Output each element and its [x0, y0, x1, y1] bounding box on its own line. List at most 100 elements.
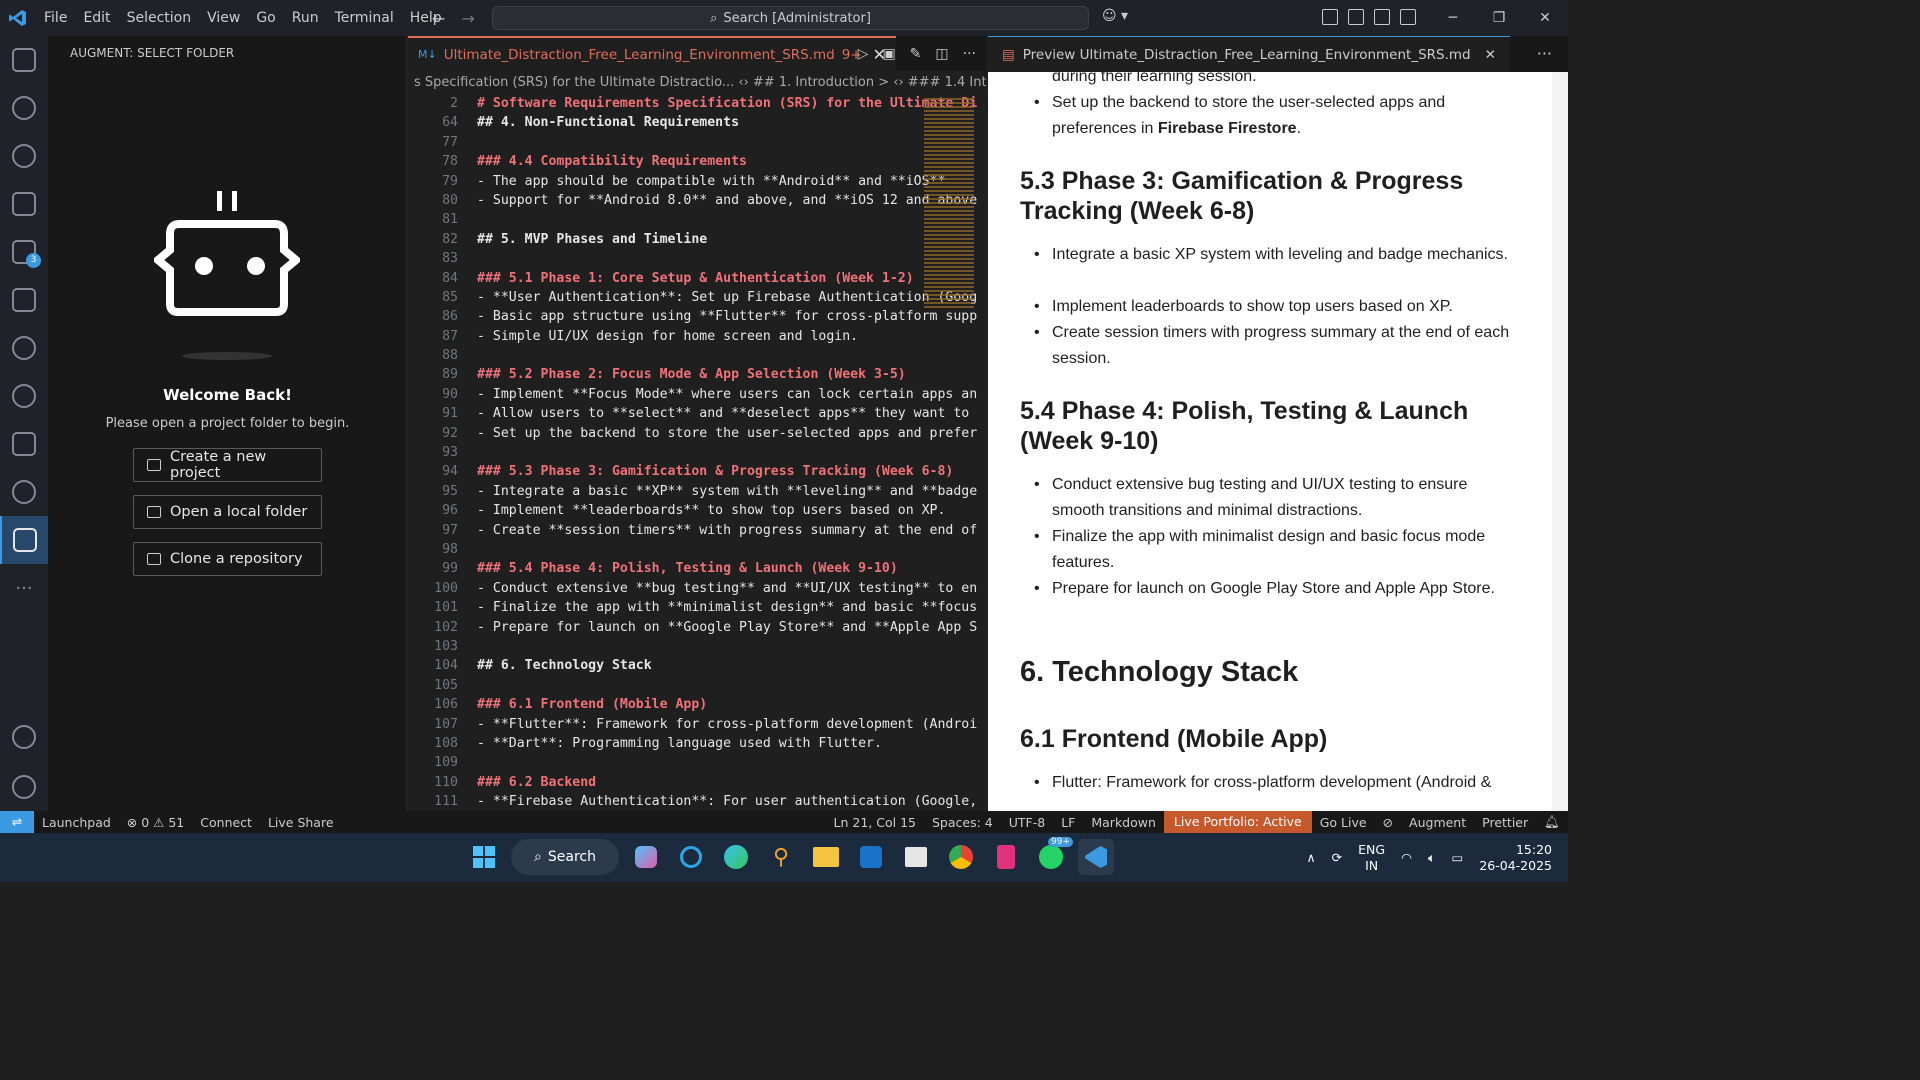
tab-preview[interactable]: ▤ Preview Ultimate_Distraction_Free_Lear…	[988, 36, 1510, 72]
chevron-up-icon[interactable]: ∧	[1307, 850, 1316, 865]
g-extension-button[interactable]	[0, 468, 48, 516]
edge-icon[interactable]	[718, 839, 754, 875]
live-share-item[interactable]: Live Share	[260, 815, 342, 830]
code-line[interactable]: 87 - Simple UI/UX design for home screen …	[408, 327, 986, 346]
source-control-button[interactable]	[0, 132, 48, 180]
vscode-taskbar-icon[interactable]	[1078, 839, 1114, 875]
menu-edit[interactable]: Edit	[75, 0, 118, 36]
docker-button[interactable]	[0, 420, 48, 468]
code-line[interactable]: 91 - Allow users to **select** and **dese…	[408, 404, 986, 423]
wifi-icon[interactable]: ◠	[1401, 850, 1412, 865]
restore-icon[interactable]: ❐	[1476, 0, 1522, 36]
augment-status-item[interactable]: Augment	[1401, 815, 1474, 830]
code-line[interactable]: 104 ## 6. Technology Stack	[408, 656, 986, 675]
live-portfolio-item[interactable]: Live Portfolio: Active	[1163, 811, 1312, 833]
code-line[interactable]: 107 - **Flutter**: Framework for cross-pl…	[408, 715, 986, 734]
search-app-icon[interactable]: ⚲	[763, 839, 799, 875]
code-line[interactable]: 78 ### 4.4 Compatibility Requirements	[408, 152, 986, 171]
code-line[interactable]: 82 ## 5. MVP Phases and Timeline	[408, 230, 986, 249]
menu-file[interactable]: File	[36, 0, 75, 36]
file-explorer-icon[interactable]	[808, 839, 844, 875]
connect-item[interactable]: Connect	[192, 815, 260, 830]
toggle-secondary-sidebar-icon[interactable]	[1400, 9, 1416, 25]
minimize-icon[interactable]: ─	[1430, 0, 1476, 36]
cursor-position[interactable]: Ln 21, Col 15	[826, 815, 924, 830]
code-line[interactable]: 108 - **Dart**: Programming language used…	[408, 734, 986, 753]
code-line[interactable]: 83	[408, 249, 986, 268]
toggle-sidebar-icon[interactable]	[1348, 9, 1364, 25]
code-line[interactable]: 95 - Integrate a basic **XP** system with…	[408, 482, 986, 501]
taskbar-search[interactable]: ⌕ Search	[511, 839, 619, 875]
launchpad-item[interactable]: Launchpad	[34, 815, 119, 830]
more-actions-icon[interactable]: ···	[1537, 44, 1552, 63]
code-line[interactable]: 99 ### 5.4 Phase 4: Polish, Testing & Lau…	[408, 559, 986, 578]
code-line[interactable]: 80 - Support for **Android 8.0** and abov…	[408, 191, 986, 210]
sync-icon[interactable]: ⟳	[1332, 850, 1342, 865]
remote-indicator-icon[interactable]: ⇌	[0, 811, 34, 833]
app-pink-icon[interactable]	[988, 839, 1024, 875]
code-line[interactable]: 100 - Conduct extensive **bug testing** a…	[408, 579, 986, 598]
extensions-button[interactable]: 3	[0, 228, 48, 276]
code-line[interactable]: 84 ### 5.1 Phase 1: Core Setup & Authenti…	[408, 269, 986, 288]
code-line[interactable]: 79 - The app should be compatible with **…	[408, 172, 986, 191]
code-line[interactable]: 85 - **User Authentication**: Set up Fire…	[408, 288, 986, 307]
chrome-icon[interactable]	[943, 839, 979, 875]
back-arrow-icon[interactable]: ←	[432, 9, 445, 28]
code-line[interactable]: 90 - Implement **Focus Mode** where users…	[408, 385, 986, 404]
whatsapp-icon[interactable]: 99+	[1033, 837, 1073, 875]
remote-explorer-button[interactable]	[0, 276, 48, 324]
explorer-button[interactable]	[0, 36, 48, 84]
augment-button[interactable]	[0, 516, 48, 564]
open-preview-icon[interactable]: ▣	[882, 46, 895, 62]
search-view-button[interactable]	[0, 84, 48, 132]
menu-view[interactable]: View	[199, 0, 248, 36]
command-search-box[interactable]: ⌕ Search [Administrator]	[492, 6, 1089, 30]
encoding[interactable]: UTF-8	[1001, 815, 1053, 830]
code-line[interactable]: 111 - **Firebase Authentication**: For us…	[408, 792, 986, 811]
clock[interactable]: 15:20 26-04-2025	[1479, 842, 1552, 874]
go-live-item[interactable]: Go Live	[1312, 815, 1375, 830]
preview-scrollbar[interactable]	[1552, 72, 1568, 811]
more-views-button[interactable]: ···	[0, 564, 48, 612]
split-editor-icon[interactable]: ◫	[935, 46, 948, 62]
code-lines[interactable]: 2 # Software Requirements Specification (…	[408, 94, 986, 811]
menu-go[interactable]: Go	[248, 0, 283, 36]
code-line[interactable]: 2 # Software Requirements Specification (…	[408, 94, 986, 113]
brush-icon[interactable]: ✎	[910, 46, 922, 62]
more-actions-icon[interactable]: ···	[963, 46, 976, 62]
start-button[interactable]	[466, 839, 502, 875]
copilot-app-icon[interactable]	[628, 839, 664, 875]
close-window-icon[interactable]: ✕	[1522, 0, 1568, 36]
tab-srs-md[interactable]: M↓ Ultimate_Distraction_Free_Learning_En…	[408, 36, 897, 71]
store-icon[interactable]	[898, 839, 934, 875]
code-line[interactable]: 81	[408, 210, 986, 229]
run-icon[interactable]: ▷	[858, 46, 869, 62]
battery-icon[interactable]: ▭	[1452, 850, 1464, 865]
language-mode[interactable]: Markdown	[1083, 815, 1164, 830]
code-line[interactable]: 101 - Finalize the app with **minimalist …	[408, 598, 986, 617]
open-folder-button[interactable]: Open a local folder	[133, 495, 322, 529]
accounts-button[interactable]	[0, 713, 48, 761]
cortana-icon[interactable]	[673, 839, 709, 875]
indentation[interactable]: Spaces: 4	[924, 815, 1001, 830]
run-debug-button[interactable]	[0, 180, 48, 228]
code-line[interactable]: 93	[408, 443, 986, 462]
breadcrumb[interactable]: s Specification (SRS) for the Ultimate D…	[408, 71, 986, 95]
code-line[interactable]: 86 - Basic app structure using **Flutter*…	[408, 307, 986, 326]
code-line[interactable]: 97 - Create **session timers** with progr…	[408, 521, 986, 540]
toggle-panel-icon[interactable]	[1374, 9, 1390, 25]
menu-terminal[interactable]: Terminal	[327, 0, 402, 36]
code-line[interactable]: 94 ### 5.3 Phase 3: Gamification & Progre…	[408, 462, 986, 481]
code-line[interactable]: 102 - Prepare for launch on **Google Play…	[408, 618, 986, 637]
customize-layout-icon[interactable]	[1322, 9, 1338, 25]
gitlens-button[interactable]	[0, 372, 48, 420]
settings-button[interactable]	[0, 763, 48, 811]
lightning-button[interactable]	[0, 324, 48, 372]
vscode-blue-icon[interactable]	[853, 839, 889, 875]
minimap[interactable]	[924, 98, 974, 308]
code-line[interactable]: 109	[408, 753, 986, 772]
clone-repo-button[interactable]: Clone a repository	[133, 542, 322, 576]
code-line[interactable]: 88	[408, 346, 986, 365]
menu-run[interactable]: Run	[284, 0, 327, 36]
copilot-icon[interactable]: ☺ ▾	[1102, 8, 1128, 24]
